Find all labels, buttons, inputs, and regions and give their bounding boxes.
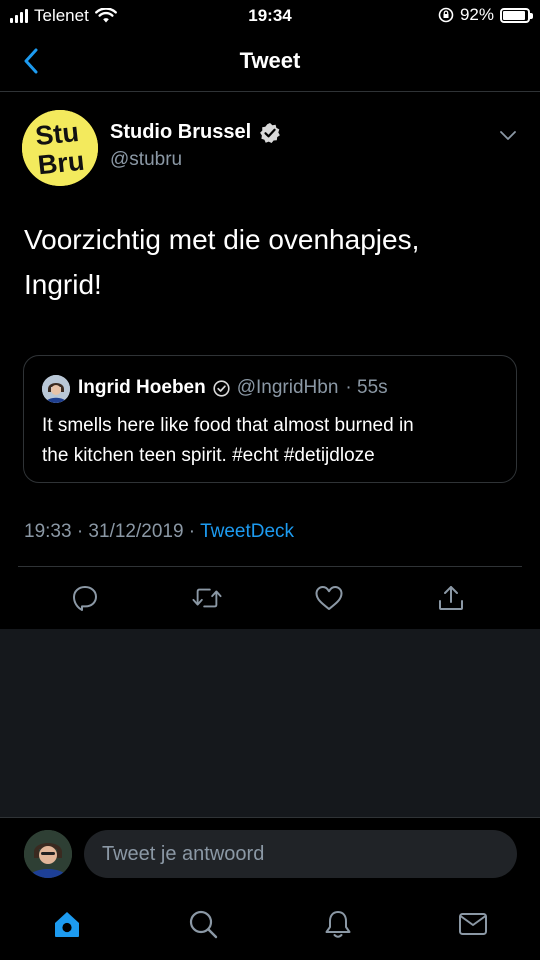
tab-messages[interactable]: [453, 904, 493, 944]
reply-input[interactable]: [84, 830, 517, 878]
tweet-text-line: Ingrid!: [24, 269, 102, 300]
retweet-button[interactable]: [192, 583, 222, 613]
battery-icon: [500, 7, 533, 23]
reply-button[interactable]: [70, 583, 100, 613]
tab-bar: [0, 892, 540, 960]
battery-percent: 92%: [459, 5, 494, 24]
stubru-logo: Stu Bru: [22, 110, 98, 186]
status-bar: Telenet 19:34 92%: [0, 0, 540, 30]
share-button[interactable]: [436, 583, 466, 613]
tweet-timestamp: 19:33 · 31/12/2019 ·: [24, 521, 201, 542]
quoted-tweet-text: It smells here like food that almost bur…: [42, 411, 502, 471]
chevron-down-icon[interactable]: [498, 125, 518, 145]
heart-icon: [315, 586, 343, 610]
nav-bar: Tweet: [0, 30, 540, 92]
author-name[interactable]: Studio Brussel: [110, 121, 251, 144]
author-name-row: Studio Brussel: [110, 121, 281, 144]
like-button[interactable]: [314, 583, 344, 613]
tweet-text-line: Voorzichtig met die ovenhapjes,: [24, 224, 420, 255]
tweet-actions: [0, 567, 540, 629]
mail-icon: [459, 913, 487, 935]
tweet-metadata: 19:33 · 31/12/2019 · TweetDeck: [24, 521, 294, 543]
status-right: 92%: [438, 5, 533, 25]
author-avatar[interactable]: Stu Bru: [22, 110, 98, 186]
author-handle: @stubru: [110, 149, 183, 170]
tab-notifications[interactable]: [318, 904, 358, 944]
quoted-text-line: the kitchen teen spirit. #echt #detijdlo…: [42, 445, 375, 466]
verified-badge-icon: [213, 379, 230, 397]
tweet-text: Voorzichtig met die ovenhapjes, Ingrid!: [24, 217, 514, 307]
tab-home[interactable]: [47, 904, 87, 944]
quoted-tweet[interactable]: Ingrid Hoeben @IngridHbn · 55s It smells…: [23, 355, 517, 483]
battery-level: [503, 10, 526, 20]
share-icon: [439, 586, 463, 610]
quoted-author-avatar: [42, 375, 70, 403]
quoted-tweet-age: · 55s: [345, 377, 388, 398]
quoted-tweet-header: Ingrid Hoeben @IngridHbn · 55s: [78, 377, 388, 399]
quoted-text-line: It smells here like food that almost bur…: [42, 415, 414, 436]
reply-bar: [0, 817, 540, 892]
retweet-icon: [192, 588, 222, 608]
home-icon: [55, 912, 79, 937]
bell-icon: [325, 911, 351, 938]
user-avatar[interactable]: [24, 830, 72, 878]
tweet-source-link[interactable]: TweetDeck: [200, 521, 294, 542]
empty-replies-area: [0, 629, 540, 817]
verified-badge-icon: [260, 122, 281, 143]
page-title: Tweet: [239, 48, 301, 73]
search-icon: [189, 910, 218, 939]
quoted-author-handle: @IngridHbn: [236, 377, 339, 398]
reply-icon: [73, 586, 97, 611]
quoted-author-name: Ingrid Hoeben: [78, 377, 206, 398]
tab-search[interactable]: [183, 904, 223, 944]
rotation-lock-icon: [438, 7, 454, 23]
svg-text:Bru: Bru: [36, 146, 85, 181]
